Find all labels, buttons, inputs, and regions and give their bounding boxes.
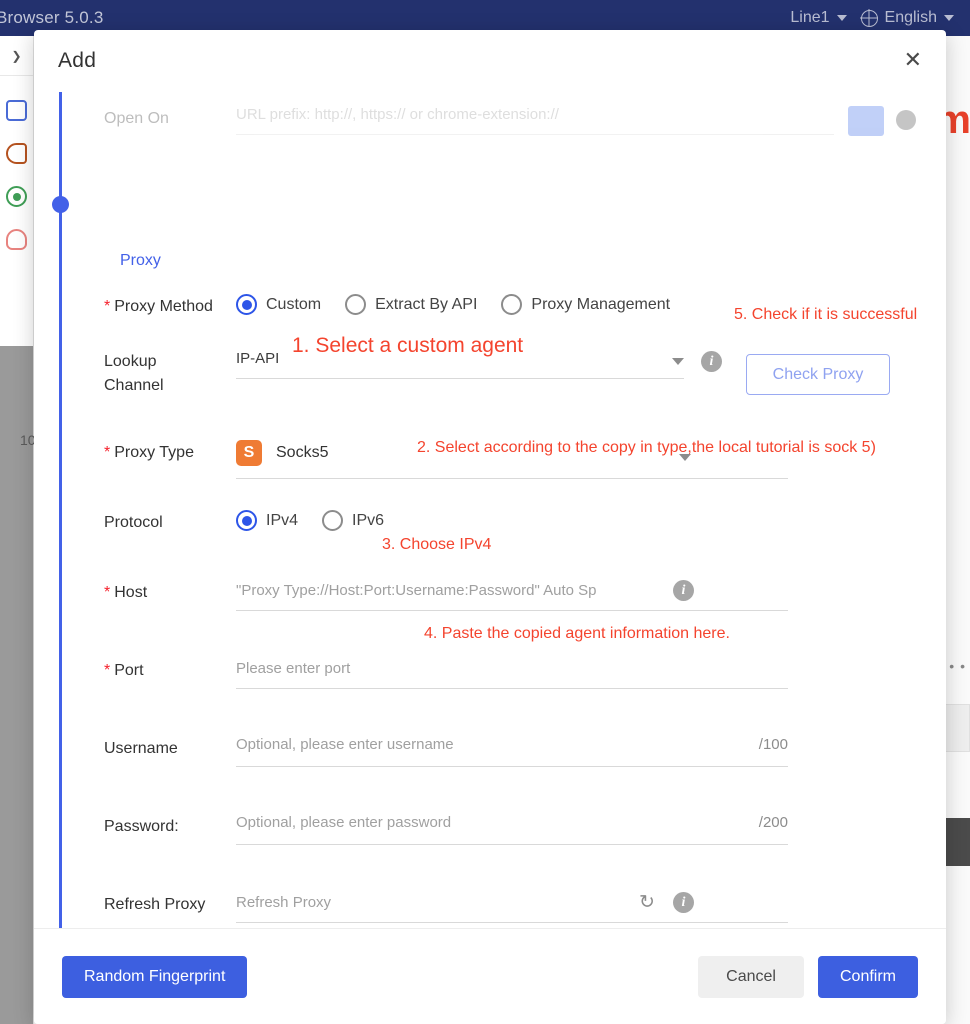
- add-dialog: Add ✕ Open On URL prefix: http://, https…: [34, 30, 946, 1024]
- rail-dot-proxy: [52, 196, 69, 213]
- globe-icon: [860, 9, 878, 27]
- required-asterisk: *: [104, 444, 111, 461]
- confirm-button[interactable]: Confirm: [817, 955, 918, 998]
- port-label: * Port: [104, 662, 144, 679]
- proxy-method-label: * Proxy Method: [104, 298, 213, 315]
- dialog-footer: Random Fingerprint Cancel Confirm: [34, 928, 946, 1024]
- open-on-placeholder: URL prefix: http://, https:// or chrome-…: [236, 106, 559, 123]
- radio-off-icon: [501, 294, 523, 315]
- app-side-strip: ❯: [0, 36, 34, 1024]
- annotation-3: 3. Choose IPv4: [382, 536, 492, 553]
- chevron-down-icon: [944, 15, 954, 21]
- dialog-header: Add ✕: [34, 30, 946, 92]
- radio-proxy-method-custom[interactable]: Custom: [236, 294, 321, 315]
- lookup-channel-underline: [236, 378, 684, 379]
- password-counter: /200: [758, 814, 788, 831]
- chevron-down-icon: [836, 15, 847, 21]
- annotation-2: 2. Select according to the copy in type,…: [417, 439, 876, 456]
- refresh-proxy-input[interactable]: Refresh Proxy: [236, 892, 916, 911]
- radio-off-icon: [345, 294, 367, 315]
- username-counter: /100: [758, 736, 788, 753]
- language-selector[interactable]: English: [860, 9, 954, 27]
- password-input[interactable]: Optional, please enter password: [236, 814, 451, 831]
- info-icon[interactable]: i: [673, 892, 694, 913]
- refresh-icon[interactable]: ↻: [639, 891, 655, 914]
- app-title: Browser 5.0.3: [0, 8, 104, 27]
- random-fingerprint-button[interactable]: Random Fingerprint: [62, 955, 248, 998]
- language-label: English: [884, 9, 937, 26]
- host-input[interactable]: "Proxy Type://Host:Port:Username:Passwor…: [236, 580, 666, 599]
- protocol-row: Protocol IPv4 IPv6: [104, 510, 916, 534]
- host-label: * Host: [104, 584, 148, 601]
- password-underline: [236, 844, 788, 845]
- port-input[interactable]: Please enter port: [236, 658, 916, 677]
- radio-protocol-ipv6[interactable]: IPv6: [322, 510, 384, 531]
- refresh-proxy-row: Refresh Proxy Refresh Proxy ↻ i: [104, 891, 916, 923]
- socks5-badge-icon: S: [236, 440, 262, 466]
- annotation-5: 5. Check if it is successful: [734, 306, 918, 323]
- username-label: Username: [104, 740, 178, 757]
- radio-label: IPv6: [352, 511, 385, 529]
- radio-on-icon: [236, 294, 257, 315]
- line-selector[interactable]: Line1: [790, 9, 847, 27]
- radio-label: Extract By API: [375, 295, 478, 313]
- dialog-body: Open On URL prefix: http://, https:// or…: [34, 92, 946, 928]
- fingerprint-icon[interactable]: [6, 229, 27, 250]
- annotation-1: 1. Select a custom agent: [292, 334, 524, 357]
- host-row: * Host "Proxy Type://Host:Port:Username:P…: [104, 580, 916, 611]
- line-selector-label: Line1: [790, 9, 830, 26]
- radio-off-icon: [322, 510, 344, 531]
- annotation-4: 4. Paste the copied agent information he…: [424, 625, 730, 642]
- info-icon[interactable]: i: [673, 580, 694, 601]
- proxy-type-text: Socks5: [276, 444, 329, 461]
- cancel-button[interactable]: Cancel: [698, 955, 804, 998]
- lookup-channel-label: Lookup Channel: [104, 353, 164, 394]
- radio-label: Custom: [266, 295, 322, 313]
- username-underline: [236, 766, 788, 767]
- open-on-row: Open On URL prefix: http://, https:// or…: [104, 106, 916, 150]
- add-url-button[interactable]: [848, 106, 884, 136]
- refresh-proxy-underline: [236, 922, 788, 923]
- required-asterisk: *: [104, 298, 111, 315]
- port-row: * Port Please enter port: [104, 658, 916, 689]
- toggle-icon[interactable]: [6, 186, 27, 207]
- info-icon[interactable]: [896, 110, 916, 130]
- proxy-type-underline: [236, 478, 788, 479]
- protocol-radio-group[interactable]: IPv4 IPv6: [236, 510, 916, 531]
- radio-protocol-ipv4[interactable]: IPv4: [236, 510, 298, 531]
- host-underline: [236, 610, 788, 611]
- username-row: Username Optional, please enter username…: [104, 736, 916, 767]
- radio-label: Proxy Management: [531, 295, 671, 313]
- proxy-icon[interactable]: [6, 143, 27, 164]
- section-title-proxy: Proxy: [120, 252, 161, 269]
- notes-icon[interactable]: [6, 100, 27, 121]
- chevron-right-icon: ❯: [11, 48, 22, 63]
- required-asterisk: *: [104, 584, 111, 601]
- radio-proxy-method-extract-by-api[interactable]: Extract By API: [345, 294, 477, 315]
- radio-proxy-method-proxy-management[interactable]: Proxy Management: [501, 294, 670, 315]
- info-icon[interactable]: i: [701, 351, 722, 372]
- check-proxy-button[interactable]: Check Proxy: [746, 354, 890, 395]
- username-input[interactable]: Optional, please enter username: [236, 736, 454, 753]
- required-asterisk: *: [104, 662, 111, 679]
- password-row: Password: Optional, please enter passwor…: [104, 814, 916, 845]
- proxy-type-label: * Proxy Type: [104, 444, 194, 461]
- password-label: Password:: [104, 818, 179, 835]
- close-icon[interactable]: ✕: [904, 50, 922, 72]
- dialog-title: Add: [58, 49, 97, 72]
- refresh-proxy-label: Refresh Proxy: [104, 896, 206, 913]
- radio-label: IPv4: [266, 511, 299, 529]
- open-on-label: Open On: [104, 110, 169, 127]
- side-strip-collapse[interactable]: ❯: [0, 36, 33, 76]
- background-dots-fragment: • •: [949, 658, 966, 674]
- protocol-label: Protocol: [104, 514, 163, 531]
- section-rail: [59, 92, 62, 928]
- chevron-down-icon[interactable]: [672, 358, 684, 365]
- radio-on-icon: [236, 510, 257, 531]
- port-underline: [236, 688, 788, 689]
